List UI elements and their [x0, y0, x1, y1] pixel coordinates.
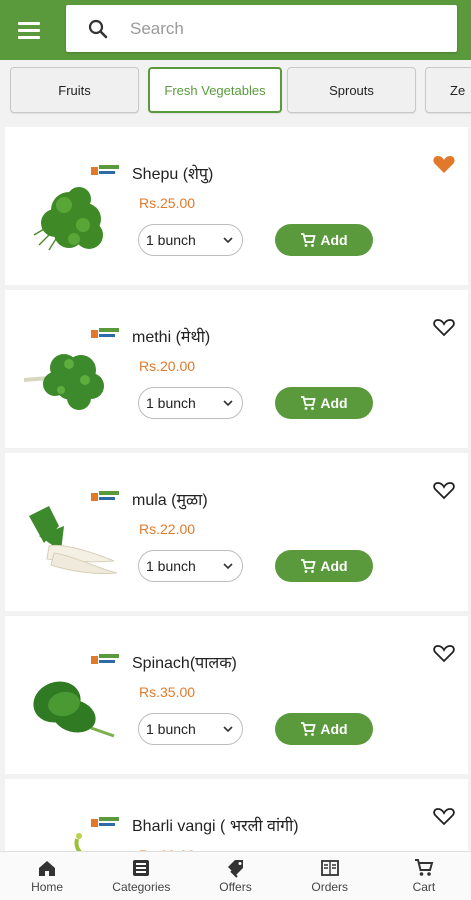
quantity-value: 1 bunch: [146, 721, 196, 737]
heart-outline-icon[interactable]: [432, 479, 456, 501]
add-to-cart-button[interactable]: Add: [275, 224, 373, 256]
app-header: [0, 0, 471, 60]
nav-label: Cart: [412, 880, 436, 894]
add-label: Add: [320, 721, 348, 737]
product-card: methi (मेथी) Rs.20.00 1 bunch Add: [5, 290, 468, 448]
chevron-down-icon: [223, 726, 233, 733]
quantity-select[interactable]: 1 bunch: [138, 224, 243, 256]
cart-icon: [414, 859, 434, 876]
cart-icon: [301, 559, 317, 573]
nav-cart[interactable]: Cart: [377, 852, 471, 900]
cart-icon: [301, 233, 317, 247]
tab-fresh-vegetables[interactable]: Fresh Vegetables: [148, 67, 282, 113]
add-to-cart-button[interactable]: Add: [275, 713, 373, 745]
nav-orders[interactable]: Orders: [283, 852, 377, 900]
category-tabs: Fruits Fresh Vegetables Sprouts Ze: [0, 60, 471, 120]
product-name: Bharli vangi ( भरली वांगी): [132, 818, 299, 835]
nav-label: Orders: [311, 880, 349, 894]
product-name: methi (मेथी): [132, 329, 211, 346]
product-price: Rs.20.00: [139, 358, 196, 374]
product-name: Shepu (शेपु): [132, 166, 214, 183]
quantity-value: 1 bunch: [146, 395, 196, 411]
menu-icon[interactable]: [14, 16, 44, 44]
product-card: Shepu (शेपु) Rs.25.00 1 bunch Add: [5, 127, 468, 285]
add-label: Add: [320, 232, 348, 248]
heart-outline-icon[interactable]: [432, 316, 456, 338]
product-name: Spinach(पालक): [132, 655, 237, 672]
add-label: Add: [320, 395, 348, 411]
product-card: Spinach(पालक) Rs.35.00 1 bunch Add: [5, 616, 468, 774]
search-bar[interactable]: [66, 5, 457, 52]
heart-filled-icon[interactable]: [432, 153, 456, 175]
categories-icon: [133, 860, 150, 876]
search-input[interactable]: [130, 18, 430, 39]
nav-categories[interactable]: Categories: [94, 852, 188, 900]
add-to-cart-button[interactable]: Add: [275, 387, 373, 419]
brand-logo-icon: [91, 328, 119, 338]
add-to-cart-button[interactable]: Add: [275, 550, 373, 582]
tab-fruits[interactable]: Fruits: [10, 67, 139, 113]
brand-logo-icon: [91, 654, 119, 664]
add-label: Add: [320, 558, 348, 574]
bottom-navigation: Home Categories Offers Orders Cart: [0, 851, 471, 900]
cart-icon: [301, 396, 317, 410]
product-name: mula (मुळा): [132, 492, 208, 509]
heart-outline-icon[interactable]: [432, 805, 456, 827]
quantity-select[interactable]: 1 bunch: [138, 387, 243, 419]
quantity-value: 1 bunch: [146, 232, 196, 248]
product-price: Rs.25.00: [139, 195, 196, 211]
nav-label: Offers: [219, 880, 252, 894]
nav-label: Categories: [112, 880, 171, 894]
orders-icon: [320, 860, 339, 876]
nav-offers[interactable]: Offers: [188, 852, 282, 900]
tab-sprouts[interactable]: Sprouts: [287, 67, 416, 113]
quantity-value: 1 bunch: [146, 558, 196, 574]
tab-more[interactable]: Ze: [425, 67, 471, 113]
brand-logo-icon: [91, 817, 119, 827]
chevron-down-icon: [223, 237, 233, 244]
heart-outline-icon[interactable]: [432, 642, 456, 664]
brand-logo-icon: [91, 165, 119, 175]
nav-label: Home: [31, 880, 64, 894]
search-icon[interactable]: [66, 5, 130, 52]
quantity-select[interactable]: 1 bunch: [138, 550, 243, 582]
home-icon: [39, 861, 56, 876]
cart-icon: [301, 722, 317, 736]
nav-home[interactable]: Home: [0, 852, 94, 900]
chevron-down-icon: [223, 563, 233, 570]
offers-icon: [227, 860, 243, 878]
quantity-select[interactable]: 1 bunch: [138, 713, 243, 745]
product-price: Rs.22.00: [139, 521, 196, 537]
brand-logo-icon: [91, 491, 119, 501]
chevron-down-icon: [223, 400, 233, 407]
product-card: mula (मुळा) Rs.22.00 1 bunch Add: [5, 453, 468, 611]
product-price: Rs.35.00: [139, 684, 196, 700]
